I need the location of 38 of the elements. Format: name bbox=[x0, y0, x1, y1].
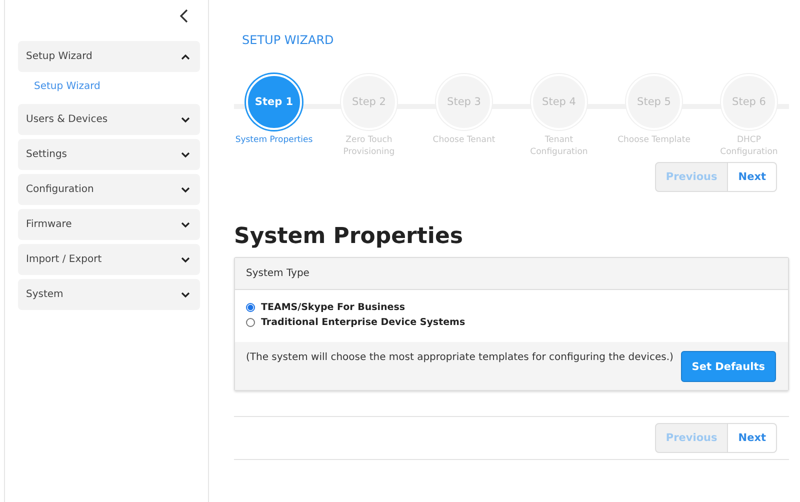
chevron-down-icon bbox=[181, 116, 190, 122]
sidebar-item[interactable]: Configuration bbox=[18, 174, 200, 205]
step-caption: Choose Template bbox=[618, 135, 690, 147]
card-header: System Type bbox=[246, 268, 310, 279]
section-heading: System Properties bbox=[234, 224, 464, 249]
chevron-down-icon bbox=[181, 256, 190, 262]
chevron-up-icon bbox=[181, 54, 190, 60]
chevron-down-icon bbox=[181, 292, 190, 298]
sidebar-item[interactable]: Settings bbox=[18, 139, 200, 170]
step-circle[interactable]: Step 2 bbox=[341, 74, 397, 130]
option-label: TEAMS/Skype For Business bbox=[261, 302, 406, 313]
chevron-down-icon bbox=[181, 186, 190, 192]
step-circle[interactable]: Step 1 bbox=[246, 74, 302, 130]
next-button[interactable]: Next bbox=[728, 423, 777, 453]
radio-button[interactable] bbox=[246, 318, 255, 327]
step-circle[interactable]: Step 4 bbox=[531, 74, 587, 130]
sidebar-item[interactable]: Firmware bbox=[18, 209, 200, 240]
step-caption: Tenant Configuration bbox=[529, 135, 589, 159]
sidebar-item[interactable]: Import / Export bbox=[18, 244, 200, 275]
chevron-down-icon bbox=[181, 152, 190, 158]
sidebar-item[interactable]: System bbox=[18, 279, 200, 310]
sidebar-subitem[interactable]: Setup Wizard bbox=[18, 76, 116, 100]
page-title: SETUP WIZARD bbox=[242, 33, 335, 47]
step-caption: DHCP Configuration bbox=[719, 135, 779, 159]
next-button[interactable]: Next bbox=[728, 162, 777, 192]
step-circle[interactable]: Step 5 bbox=[626, 74, 682, 130]
step-caption: Zero Touch Provisioning bbox=[342, 135, 396, 159]
set-defaults-button[interactable]: Set Defaults bbox=[680, 351, 776, 382]
radio-button[interactable] bbox=[246, 303, 255, 312]
step-caption: System Properties bbox=[235, 135, 313, 147]
chevron-down-icon bbox=[181, 222, 190, 228]
step-circle[interactable]: Step 6 bbox=[721, 74, 777, 130]
step-circle[interactable]: Step 3 bbox=[436, 74, 492, 130]
option-label: Traditional Enterprise Device Systems bbox=[261, 317, 466, 328]
step-caption: Choose Tenant bbox=[432, 135, 496, 147]
sidebar-item[interactable]: Setup Wizard bbox=[18, 41, 200, 72]
sidebar-item[interactable]: Users & Devices bbox=[18, 104, 200, 135]
note-text: (The system will choose the most appropriate templates for configuring the devices.) bbox=[246, 351, 674, 363]
